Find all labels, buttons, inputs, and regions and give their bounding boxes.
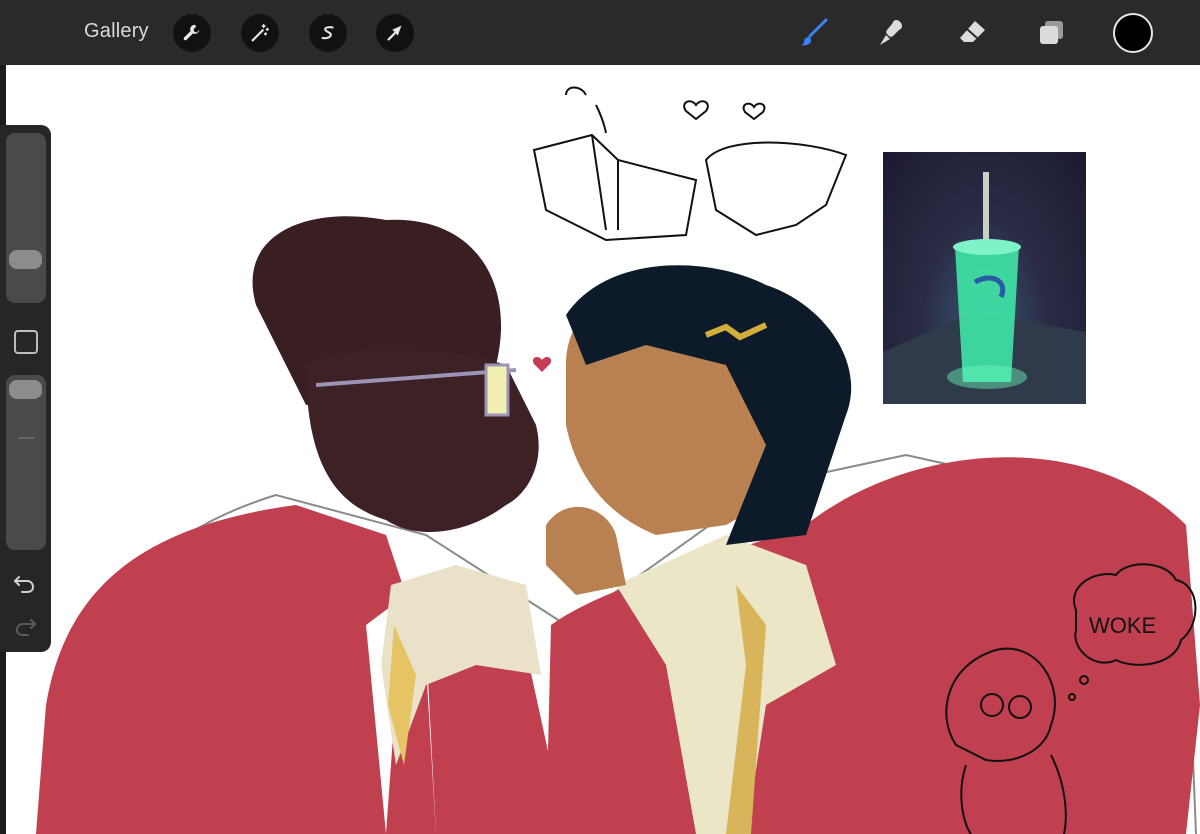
eraser-icon xyxy=(960,21,985,42)
brush-icon xyxy=(801,18,828,46)
heart-doodle xyxy=(532,357,552,372)
magic-wand-icon xyxy=(251,24,269,42)
transform-arrow-icon xyxy=(387,25,402,41)
woke-text: WOKE xyxy=(1089,613,1156,638)
brush-size-slider[interactable] xyxy=(6,133,46,303)
glowing-cup-image xyxy=(883,172,1086,404)
brush-tool-button[interactable] xyxy=(795,14,833,52)
left-sidebar xyxy=(0,125,51,652)
smudge-icon xyxy=(880,20,902,45)
gallery-button[interactable]: Gallery xyxy=(84,20,149,43)
smudge-tool-button[interactable] xyxy=(873,14,911,52)
top-toolbar: Gallery xyxy=(0,0,1200,65)
actions-wrench-button[interactable] xyxy=(173,14,211,52)
opacity-slider-tick xyxy=(18,437,34,439)
redo-icon[interactable] xyxy=(12,615,38,637)
modify-button[interactable] xyxy=(14,330,38,354)
layers-button[interactable] xyxy=(1033,14,1071,52)
drawing-canvas[interactable]: WOKE xyxy=(6,65,1200,834)
brush-size-thumb[interactable] xyxy=(9,250,42,269)
wrench-icon xyxy=(183,24,200,41)
transform-button[interactable] xyxy=(376,14,414,52)
left-figure-jacket xyxy=(36,505,406,834)
color-picker-swatch[interactable] xyxy=(1113,13,1153,53)
reference-photo-cup[interactable] xyxy=(883,152,1086,404)
opacity-thumb[interactable] xyxy=(9,380,42,399)
layers-icon xyxy=(1040,21,1063,44)
right-figure-hand xyxy=(546,506,626,595)
adjustments-button[interactable] xyxy=(241,14,279,52)
selection-icon xyxy=(321,26,334,40)
selection-button[interactable] xyxy=(309,14,347,52)
tv-kiss-doodle xyxy=(532,86,848,242)
eraser-tool-button[interactable] xyxy=(953,14,991,52)
opacity-slider[interactable] xyxy=(6,375,46,550)
undo-icon[interactable] xyxy=(12,572,38,594)
